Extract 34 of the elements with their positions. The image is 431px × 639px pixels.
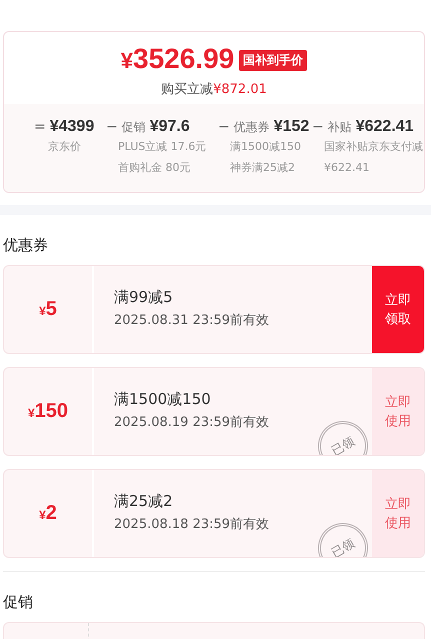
coupon-validity: 2025.08.18 23:59前有效	[114, 516, 270, 533]
operator-sign: −	[312, 119, 324, 135]
coupon-condition: 满1500减150	[114, 390, 212, 409]
coupon-amount: ¥150	[28, 400, 68, 423]
breakdown-note: 神券满25减2	[230, 160, 296, 176]
coupon-button[interactable]: 立即 使用	[372, 368, 424, 455]
breakdown-note: 国家补贴京东支付减¥622.41	[324, 139, 424, 176]
operator-sign: −	[218, 119, 230, 135]
breakdown-note: PLUS立减 17.6元	[118, 139, 208, 155]
subsidy-badge: 国补到手价	[239, 50, 308, 70]
coupon-validity: 2025.08.31 23:59前有效	[114, 312, 270, 329]
breakdown-note: 满1500减150	[230, 139, 302, 155]
coupon-amount: ¥2	[39, 502, 57, 525]
breakdown-amount: ¥622.41	[356, 118, 414, 136]
final-price: ¥3526.99	[120, 42, 234, 76]
coupon-button[interactable]: 立即 领取	[372, 266, 424, 353]
section-title: 促销	[3, 592, 34, 612]
operator-sign: −	[106, 119, 118, 135]
discount-text: 购买立减¥872.01	[161, 81, 267, 98]
section-title: 优惠券	[3, 235, 49, 255]
coupon-button[interactable]: 立即 使用	[372, 470, 424, 557]
breakdown-amount: ¥152	[274, 118, 310, 136]
breakdown-label: 促销	[122, 119, 146, 136]
breakdown-label: 优惠券	[234, 119, 270, 136]
breakdown-note: 首购礼金 80元	[118, 160, 192, 176]
coupon-amount: ¥5	[39, 298, 57, 321]
breakdown-note: 京东价	[48, 139, 82, 155]
breakdown-amount: ¥97.6	[150, 118, 190, 136]
coupon-condition: 满99减5	[114, 288, 174, 307]
breakdown-amount: ¥4399	[50, 118, 94, 136]
coupon-condition: 满25减2	[114, 492, 174, 511]
breakdown-label: 补贴	[328, 119, 352, 136]
operator-sign: =	[34, 119, 46, 135]
coupon-validity: 2025.08.19 23:59前有效	[114, 414, 270, 431]
